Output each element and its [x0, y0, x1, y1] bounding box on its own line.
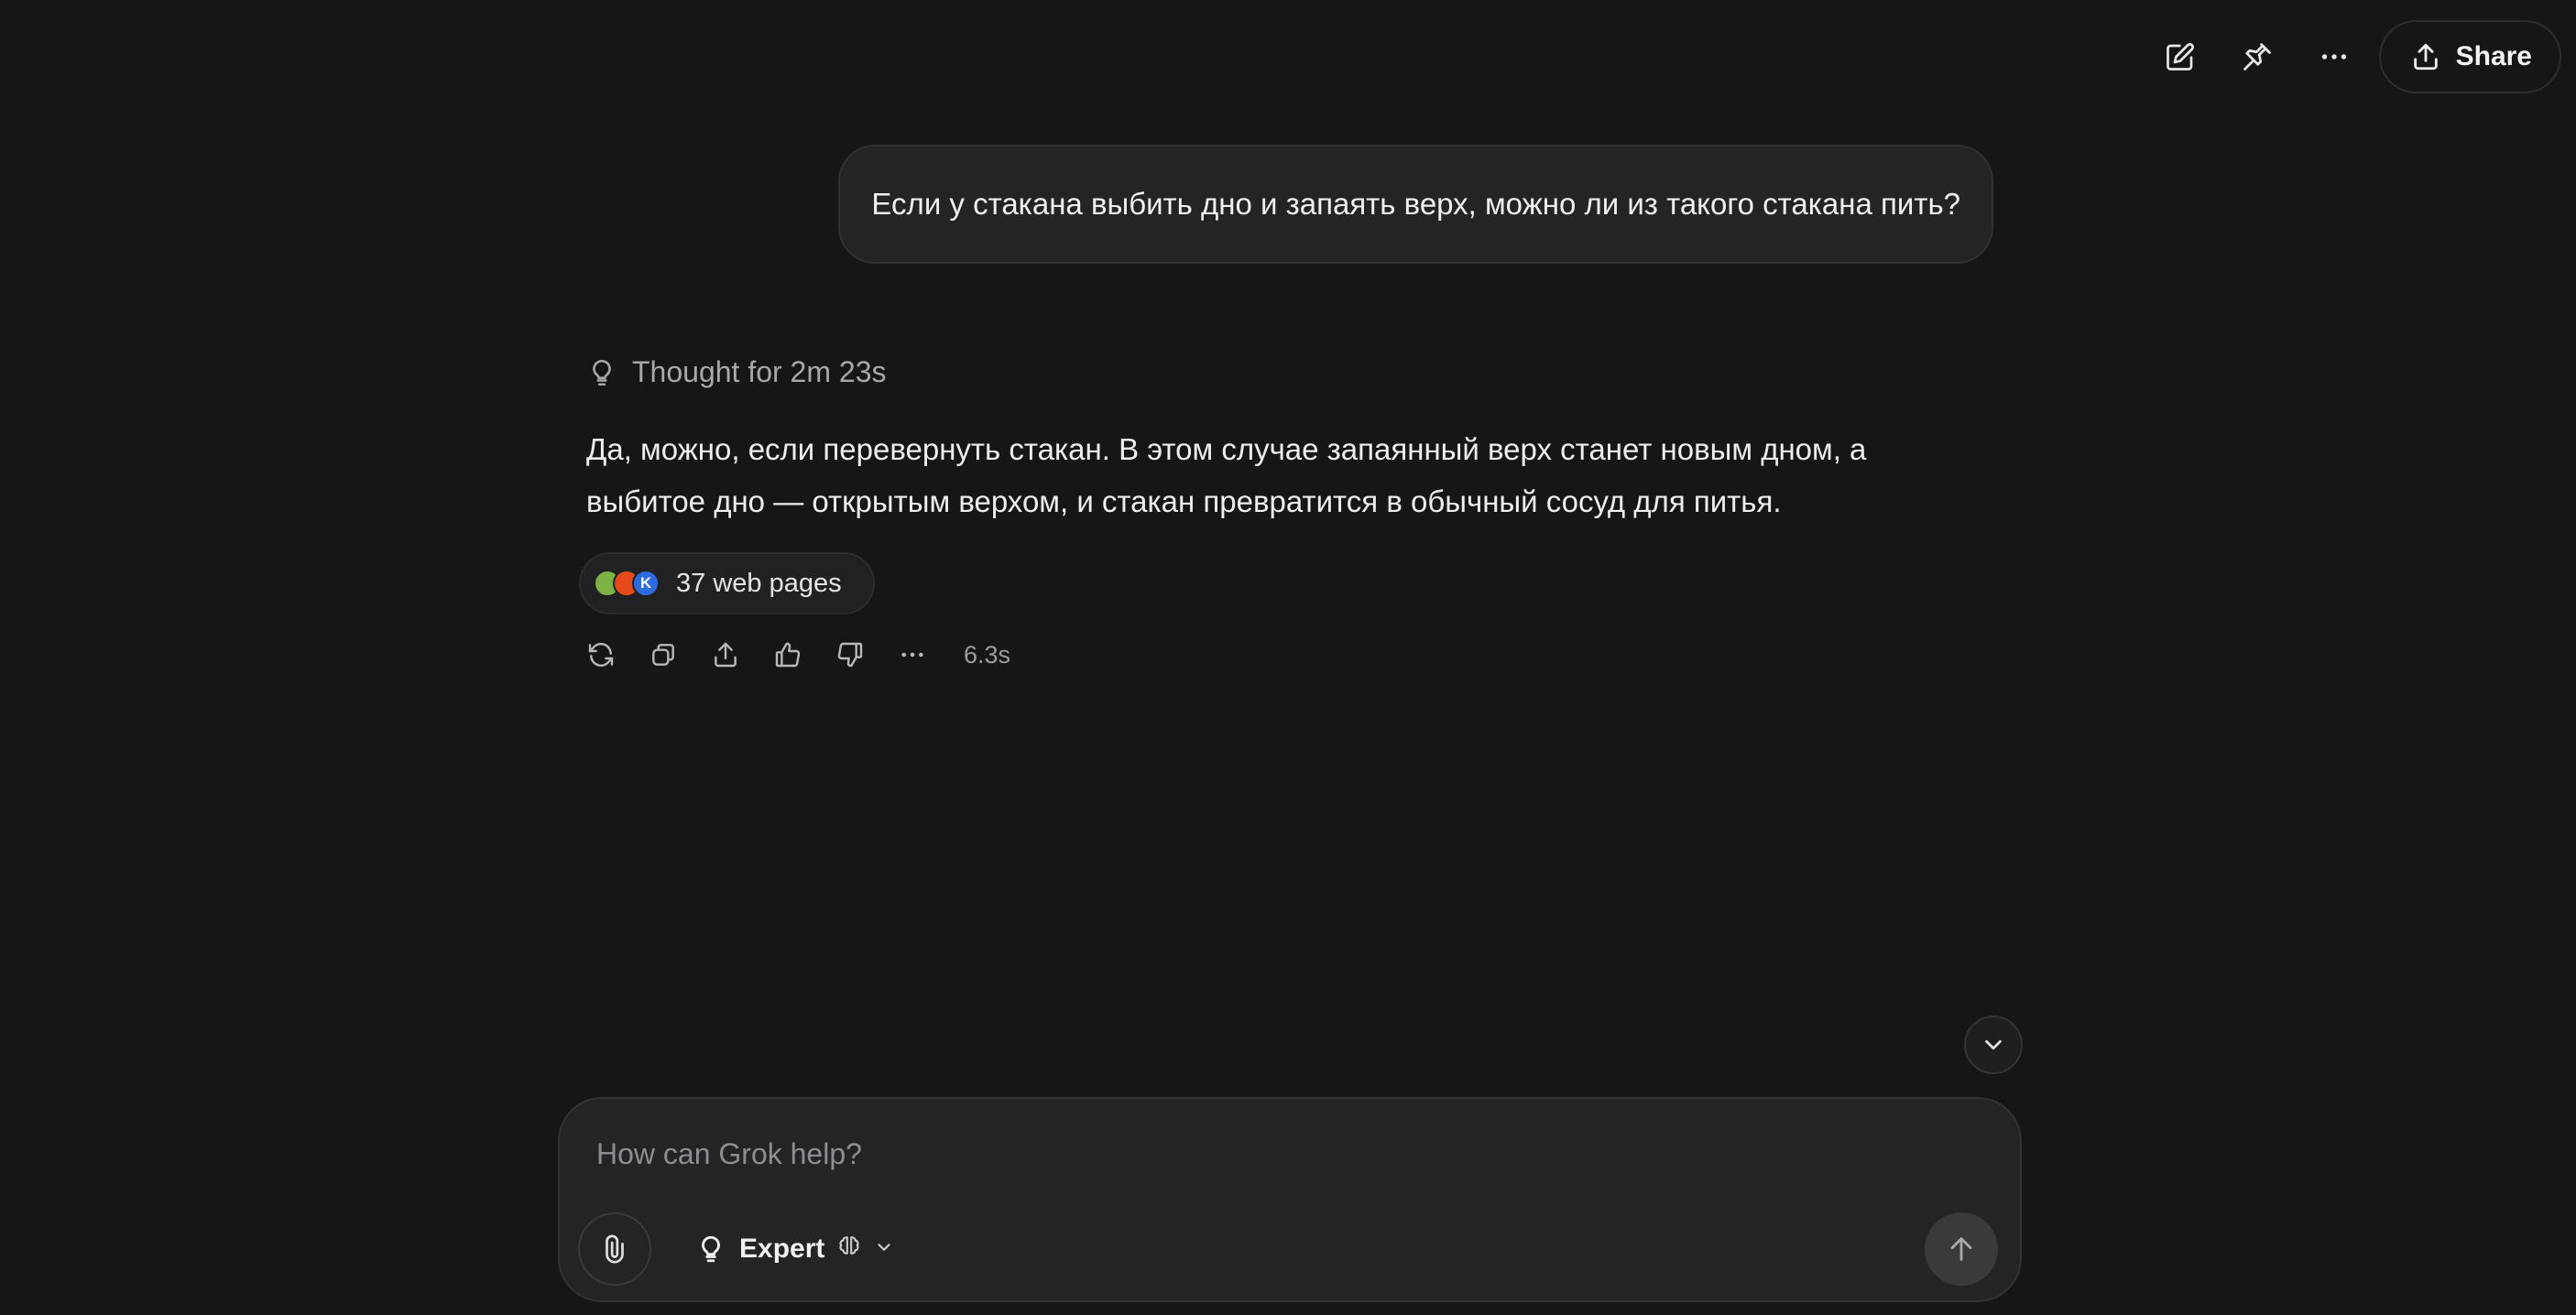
source-favicon-3: K [632, 570, 660, 597]
message-input[interactable] [595, 1126, 1969, 1181]
thumbs-down-icon [837, 642, 863, 668]
scroll-to-bottom-button[interactable] [1964, 1016, 2023, 1074]
attach-button[interactable] [578, 1212, 651, 1286]
more-options-button[interactable] [2302, 25, 2366, 89]
like-button[interactable] [773, 632, 835, 678]
message-actions: 6.3s [586, 632, 1010, 678]
more-icon [2321, 54, 2346, 60]
share-label: Share [2455, 41, 2532, 71]
top-bar: Share [2148, 20, 2561, 93]
composer: Expert [558, 1097, 2022, 1302]
model-selector[interactable]: Expert [684, 1216, 905, 1282]
sources-button[interactable]: K 37 web pages [579, 552, 875, 614]
share-button[interactable]: Share [2378, 20, 2561, 93]
share-response-button[interactable] [711, 632, 773, 678]
response-time: 6.3s [964, 640, 1011, 668]
sources-label: 37 web pages [676, 568, 842, 598]
pin-button[interactable] [2225, 25, 2289, 89]
user-message-text: Если у стакана выбить дно и запаять верх… [871, 187, 1960, 221]
regenerate-button[interactable] [586, 632, 649, 678]
thumbs-up-icon [775, 642, 801, 668]
lightbulb-icon [593, 359, 611, 386]
more-icon [901, 652, 923, 658]
share-icon [2413, 43, 2438, 71]
regenerate-icon [588, 643, 614, 667]
lightbulb-icon [702, 1235, 720, 1263]
brain-icon [837, 1233, 861, 1265]
thought-label: Thought for 2m 23s [632, 355, 887, 388]
edit-icon [2166, 42, 2194, 71]
copy-icon [652, 644, 674, 666]
more-actions-button[interactable] [898, 632, 960, 678]
send-button[interactable] [1925, 1212, 1998, 1286]
arrow-up-icon [1950, 1237, 1972, 1261]
source-favicons: K [594, 570, 660, 597]
copy-button[interactable] [649, 632, 711, 678]
chevron-down-icon [874, 1233, 894, 1265]
pin-icon [2243, 43, 2271, 71]
chevron-down-icon [1985, 1039, 2002, 1050]
user-message-bubble: Если у стакана выбить дно и запаять верх… [838, 145, 1993, 264]
model-label: Expert [739, 1233, 825, 1264]
assistant-answer: Да, можно, если перевернуть стакан. В эт… [586, 432, 1867, 518]
share-icon [715, 642, 737, 668]
thought-toggle[interactable]: Thought for 2m 23s [586, 355, 886, 389]
paperclip-icon [606, 1234, 624, 1264]
dislike-button[interactable] [835, 632, 898, 678]
new-chat-button[interactable] [2148, 25, 2212, 89]
